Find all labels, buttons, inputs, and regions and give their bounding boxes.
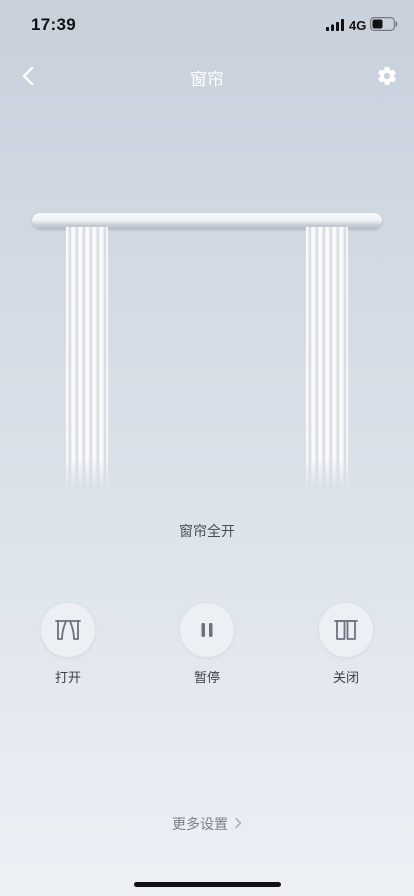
more-settings-link[interactable]: 更多设置 xyxy=(0,814,414,834)
nav-bar: 窗帘 xyxy=(0,56,414,96)
curtain-illustration xyxy=(0,205,414,495)
page-title: 窗帘 xyxy=(190,70,224,89)
status-time: 17:39 xyxy=(31,15,76,34)
pause-label: 暂停 xyxy=(193,670,220,685)
open-label: 打开 xyxy=(54,670,81,685)
pause-button[interactable]: 暂停 xyxy=(179,603,235,686)
network-label: 4G xyxy=(349,18,367,33)
battery-icon xyxy=(370,17,398,31)
curtain-open-icon xyxy=(55,620,81,640)
pause-button-circle[interactable] xyxy=(180,603,234,657)
curtain-status: 窗帘全开 xyxy=(179,523,235,539)
close-label: 关闭 xyxy=(332,670,359,685)
close-button[interactable]: 关闭 xyxy=(318,603,374,686)
open-button-circle[interactable] xyxy=(41,603,95,657)
home-indicator xyxy=(134,882,281,887)
status-bar: 17:39 4G xyxy=(0,0,414,48)
pause-icon xyxy=(201,623,213,637)
chevron-right-icon xyxy=(235,817,242,829)
close-button-circle[interactable] xyxy=(319,603,373,657)
curtain-panel-right xyxy=(306,227,348,489)
curtain-close-icon xyxy=(334,620,358,640)
signal-icon xyxy=(326,19,344,31)
gear-icon xyxy=(377,66,397,86)
settings-button[interactable] xyxy=(374,63,400,89)
open-button[interactable]: 打开 xyxy=(40,603,96,686)
curtain-panel-left xyxy=(66,227,108,489)
more-settings-label: 更多设置 xyxy=(172,816,228,832)
